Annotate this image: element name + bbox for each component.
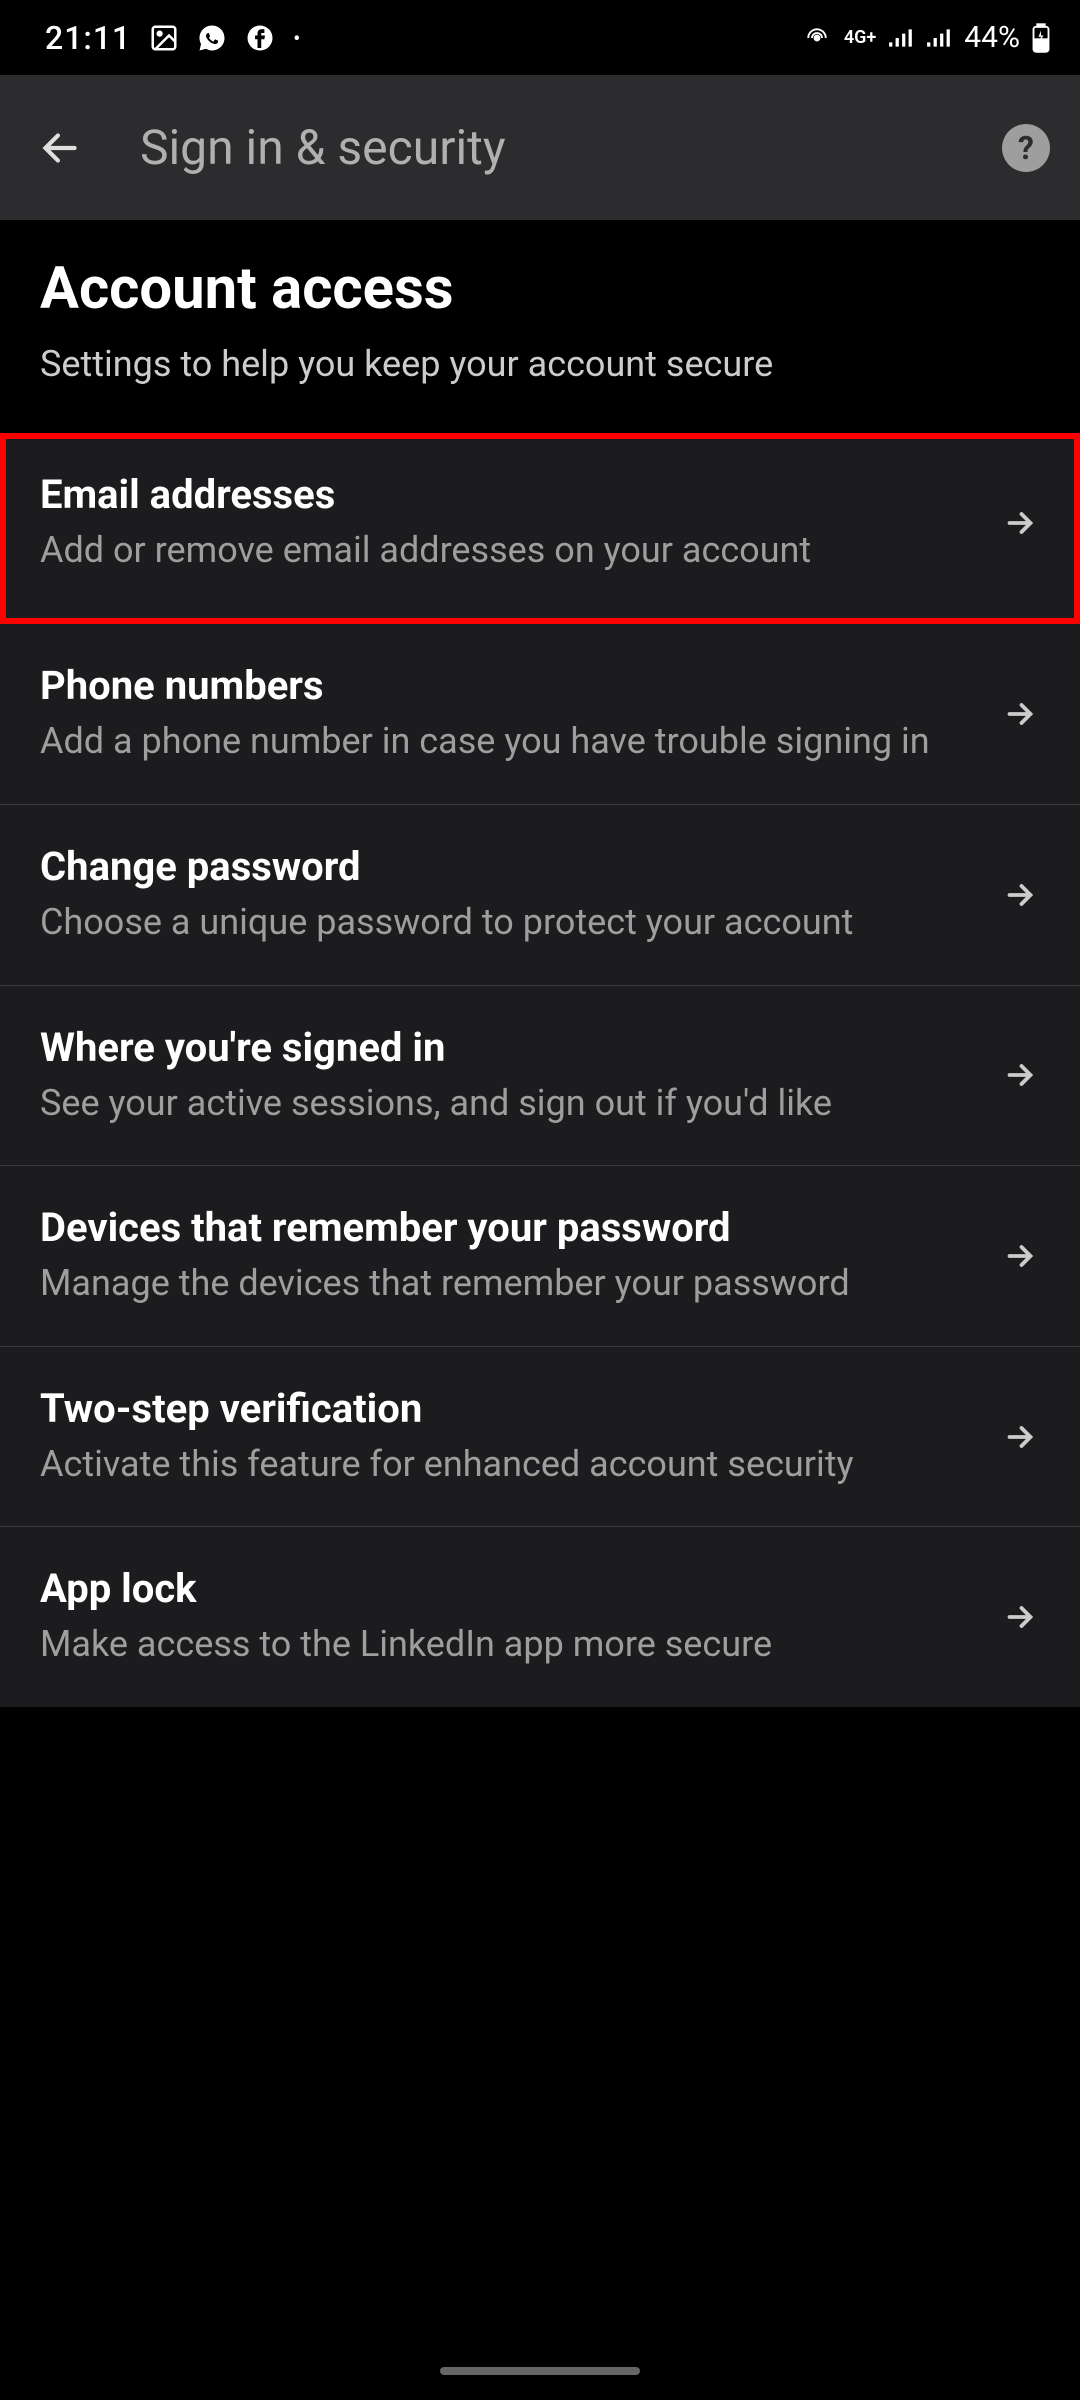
help-icon: ? <box>1018 129 1034 167</box>
status-left: 21:11 • <box>45 19 300 57</box>
item-title: App lock <box>40 1565 970 1612</box>
chevron-right-icon <box>1000 694 1040 734</box>
list-item-email-addresses[interactable]: Email addresses Add or remove email addr… <box>0 433 1080 625</box>
list-item-app-lock[interactable]: App lock Make access to the LinkedIn app… <box>0 1527 1080 1707</box>
item-subtitle: Activate this feature for enhanced accou… <box>40 1440 970 1489</box>
item-content: Email addresses Add or remove email addr… <box>40 471 970 575</box>
page-subtitle: Settings to help you keep your account s… <box>40 341 1040 388</box>
page-header: Account access Settings to help you keep… <box>0 220 1080 433</box>
battery-percent: 44% <box>964 20 1020 55</box>
status-time: 21:11 <box>45 19 131 57</box>
network-type: 4G+ <box>844 27 876 48</box>
item-content: Two-step verification Activate this feat… <box>40 1385 970 1489</box>
signal-icon-2 <box>926 27 952 49</box>
list-item-phone-numbers[interactable]: Phone numbers Add a phone number in case… <box>0 624 1080 805</box>
item-title: Email addresses <box>40 471 970 518</box>
back-button[interactable] <box>30 118 90 178</box>
item-subtitle: Manage the devices that remember your pa… <box>40 1259 970 1308</box>
item-subtitle: Make access to the LinkedIn app more sec… <box>40 1620 970 1669</box>
item-title: Change password <box>40 843 970 890</box>
hotspot-icon <box>802 23 832 53</box>
item-title: Where you're signed in <box>40 1024 970 1071</box>
app-bar: Sign in & security ? <box>0 75 1080 220</box>
item-content: Devices that remember your password Mana… <box>40 1204 970 1308</box>
help-button[interactable]: ? <box>1002 124 1050 172</box>
battery-icon <box>1032 23 1050 53</box>
list-item-devices-remember-password[interactable]: Devices that remember your password Mana… <box>0 1166 1080 1347</box>
item-title: Phone numbers <box>40 662 970 709</box>
chevron-right-icon <box>1000 1236 1040 1276</box>
chevron-right-icon <box>1000 1055 1040 1095</box>
item-subtitle: Add or remove email addresses on your ac… <box>40 526 970 575</box>
home-indicator[interactable] <box>440 2367 640 2375</box>
chevron-right-icon <box>1000 1417 1040 1457</box>
facebook-icon <box>245 23 275 53</box>
list-item-where-signed-in[interactable]: Where you're signed in See your active s… <box>0 986 1080 1167</box>
list-item-two-step-verification[interactable]: Two-step verification Activate this feat… <box>0 1347 1080 1528</box>
dot-icon: • <box>293 26 300 50</box>
item-title: Two-step verification <box>40 1385 970 1432</box>
item-subtitle: Add a phone number in case you have trou… <box>40 717 970 766</box>
app-bar-title: Sign in & security <box>140 119 952 176</box>
item-content: App lock Make access to the LinkedIn app… <box>40 1565 970 1669</box>
item-content: Where you're signed in See your active s… <box>40 1024 970 1128</box>
chevron-right-icon <box>1000 503 1040 543</box>
chevron-right-icon <box>1000 1597 1040 1637</box>
item-content: Phone numbers Add a phone number in case… <box>40 662 970 766</box>
status-right: 4G+ 44% <box>802 20 1050 55</box>
list-item-change-password[interactable]: Change password Choose a unique password… <box>0 805 1080 986</box>
item-content: Change password Choose a unique password… <box>40 843 970 947</box>
chevron-right-icon <box>1000 875 1040 915</box>
signal-icon-1 <box>888 27 914 49</box>
page-title: Account access <box>40 255 1040 323</box>
image-icon <box>149 23 179 53</box>
item-title: Devices that remember your password <box>40 1204 970 1251</box>
status-bar: 21:11 • 4G+ 44% <box>0 0 1080 75</box>
item-subtitle: See your active sessions, and sign out i… <box>40 1079 970 1128</box>
item-subtitle: Choose a unique password to protect your… <box>40 898 970 947</box>
whatsapp-icon <box>197 23 227 53</box>
settings-list: Email addresses Add or remove email addr… <box>0 433 1080 1707</box>
